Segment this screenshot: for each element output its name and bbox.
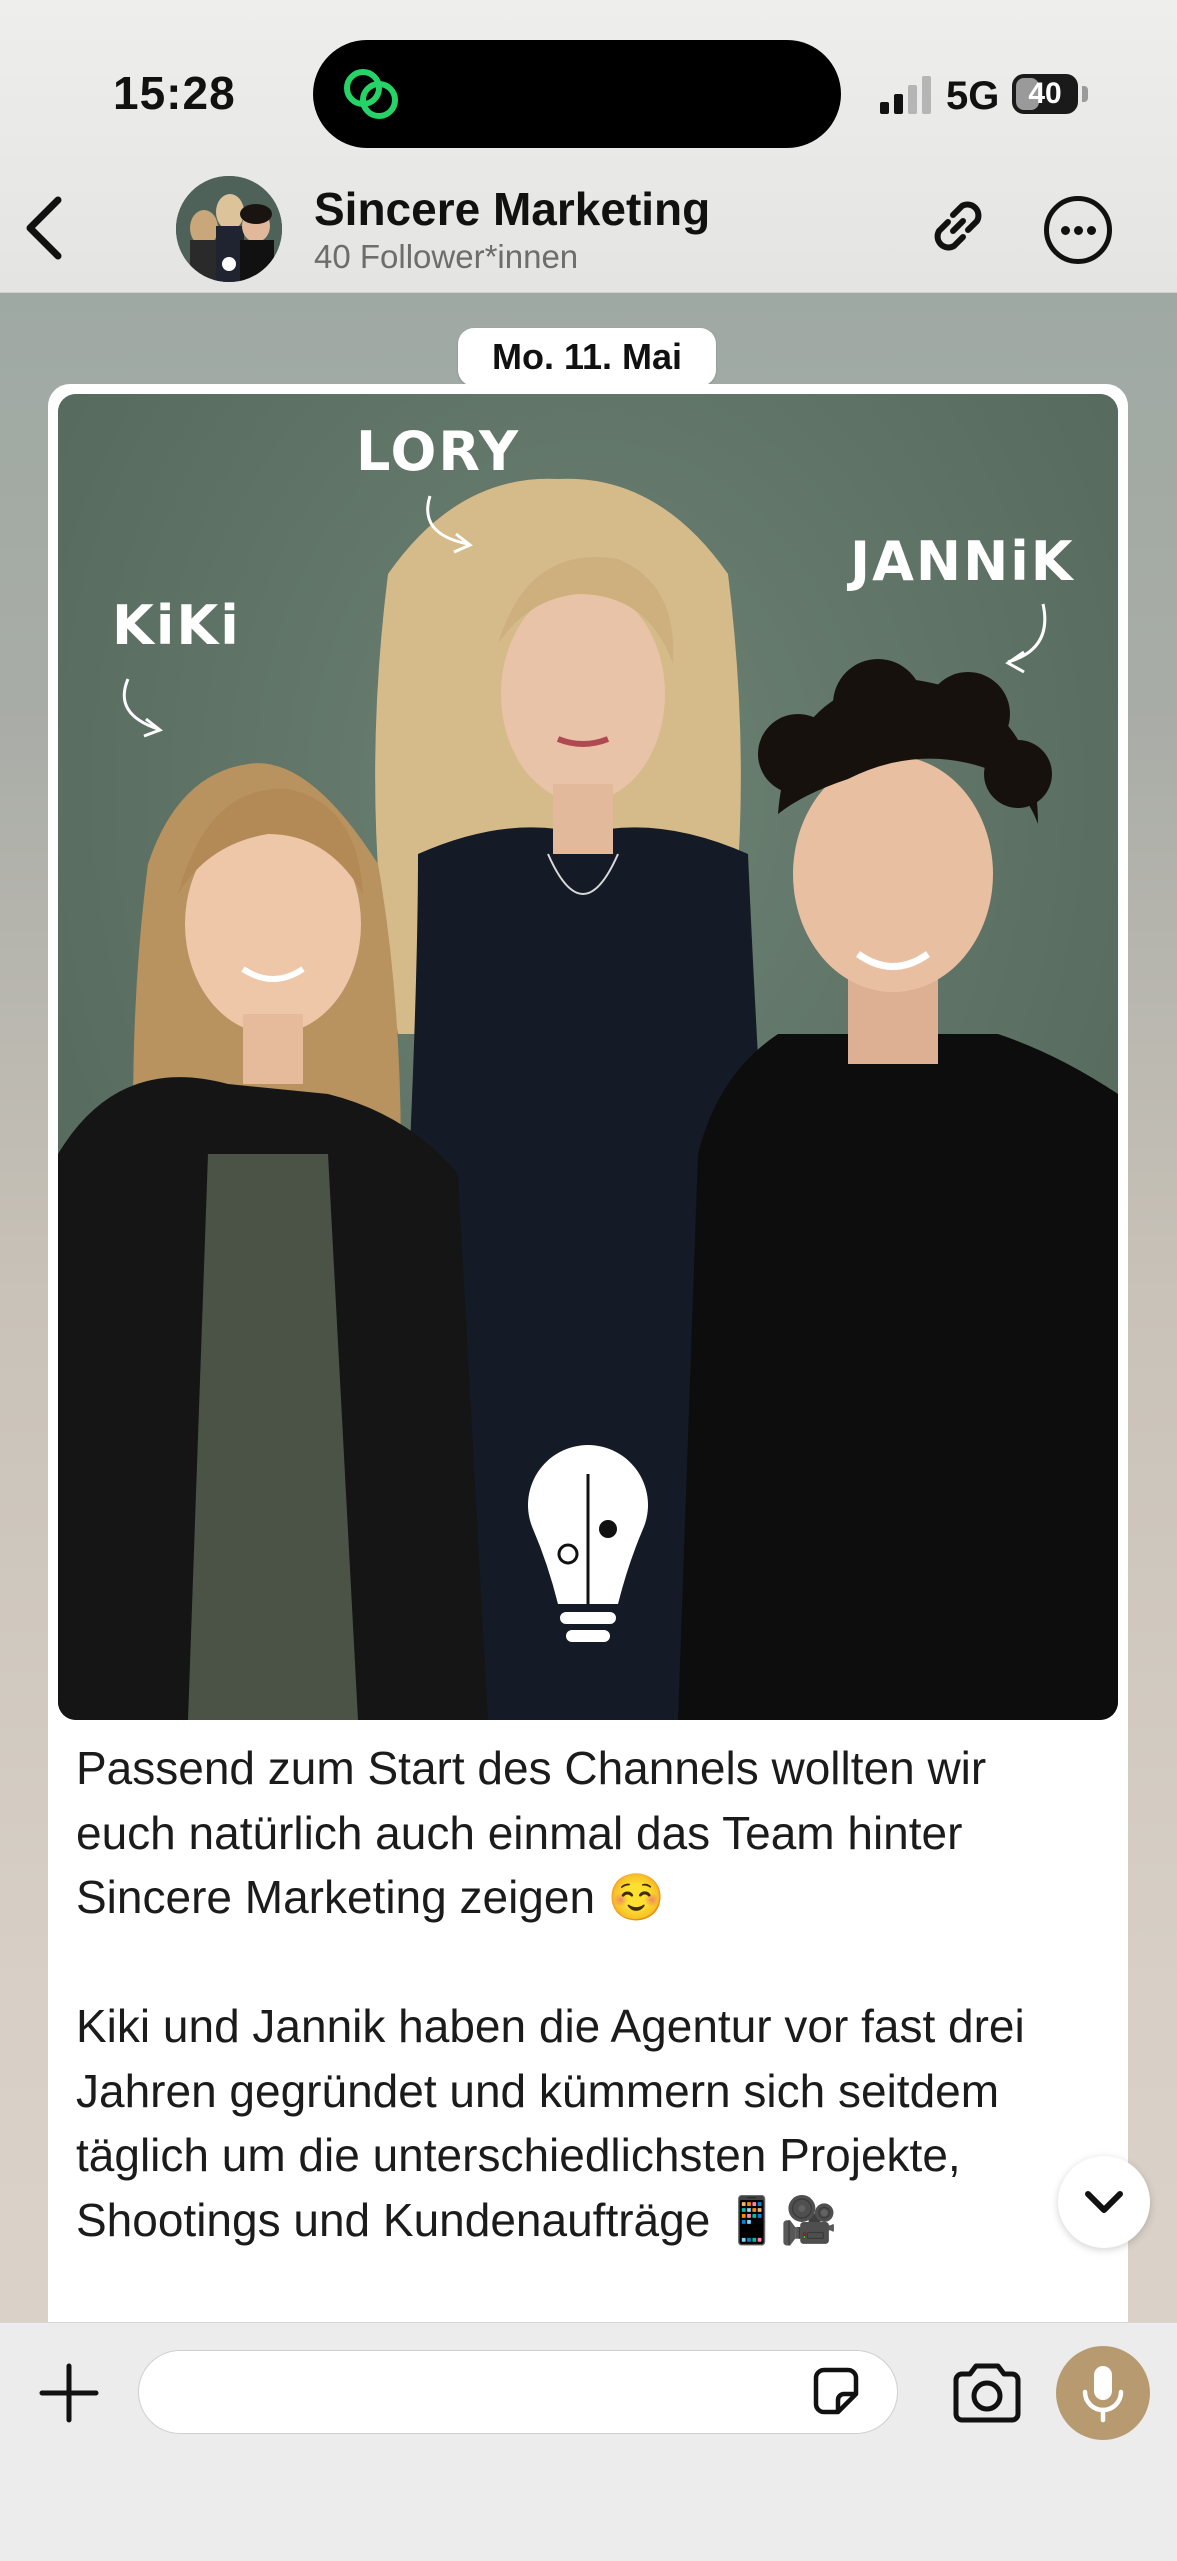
message-paragraph: Kiki und Jannik haben die Agentur vor fa…: [76, 2000, 1025, 2246]
message-paragraph: Passend zum Start des Channels wollten w…: [76, 1742, 987, 1923]
photo-label-jannik: JANNiK: [850, 530, 1075, 593]
message-text: Passend zum Start des Channels wollten w…: [76, 1736, 1076, 2252]
photo-label-lory: LORY: [356, 420, 521, 483]
battery-percent: 40: [1028, 77, 1062, 110]
photo-label-kiki: KiKi: [112, 594, 241, 657]
channels-app-icon: [344, 69, 398, 119]
network-type: 5G: [946, 74, 1000, 118]
plus-icon[interactable]: [36, 2360, 102, 2426]
channel-followers: 40 Follower*innen: [314, 238, 579, 275]
status-time: 15:28: [113, 67, 236, 119]
more-options-icon[interactable]: [1044, 196, 1112, 264]
chevron-left-icon[interactable]: [16, 188, 76, 268]
channel-avatar[interactable]: [176, 176, 282, 282]
microphone-icon: [1082, 2366, 1124, 2423]
signal-icon: [880, 76, 931, 114]
microphone-button[interactable]: [1056, 2346, 1150, 2440]
dynamic-island: [313, 40, 841, 148]
battery-icon: 40: [1012, 74, 1078, 114]
battery-tip: [1082, 86, 1088, 102]
chevron-down-icon: [1085, 2191, 1123, 2213]
date-chip: Mo. 11. Mai: [458, 328, 716, 386]
message-image[interactable]: KiKi LORY JANNiK: [58, 394, 1118, 1720]
channel-name[interactable]: Sincere Marketing: [314, 182, 710, 236]
message-input[interactable]: [138, 2350, 898, 2434]
link-icon[interactable]: [920, 188, 996, 264]
sticker-icon[interactable]: [808, 2364, 864, 2420]
scroll-down-button[interactable]: [1058, 2156, 1150, 2248]
camera-icon[interactable]: [950, 2360, 1024, 2426]
